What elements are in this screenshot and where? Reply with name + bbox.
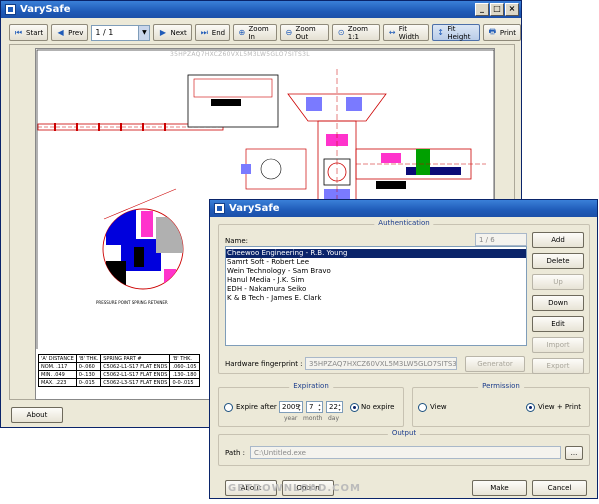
table-cell: 0-.060 [75,362,102,371]
table-header: 'A' DISTANCE [38,354,77,363]
year-spinner[interactable]: 2009 [279,401,303,413]
table-row: MAX. .223 0-.015 C5062-L3-S17 FLAT ENDS … [38,378,200,387]
dialog-title: VarySafe [229,203,280,214]
name-counter: 1 / 6 [475,233,527,246]
zoom-actual-icon: ⊙ [337,28,345,37]
expiration-legend: Expiration [289,382,333,390]
fit-height-icon: ↕ [437,28,444,37]
table-header-row: 'A' DISTANCE 'B' THK. SPRING PART # 'B' … [38,354,200,363]
last-page-icon: ⏭ [200,27,208,37]
main-title: VarySafe [20,4,71,15]
end-button[interactable]: ⏭ End [194,24,231,41]
month-spinner[interactable]: 7 [306,401,323,413]
start-button[interactable]: ⏮ Start [9,24,49,41]
list-item[interactable]: EDH - Nakamura Seiko [226,285,526,294]
next-button[interactable]: ▶ Next [153,24,192,41]
day-spinner[interactable]: 22 [326,401,343,413]
app-icon [5,4,16,15]
zoom-in-icon: ⊕ [238,28,246,37]
minimize-button[interactable]: _ [475,3,489,16]
path-label: Path : [225,449,245,457]
path-field[interactable]: C:\Untitled.exe [250,446,561,459]
svg-text:PRESSURE POINT SPRING RETAINER: PRESSURE POINT SPRING RETAINER [96,300,168,305]
zoom-out-icon: ⊖ [285,28,293,37]
table-cell: C5062-L1-S17 FLAT ENDS [100,370,171,379]
table-cell: 0-0-.015 [169,378,200,387]
expire-after-label: Expire after [236,403,277,411]
watermark: GETDOWNLOAD.COM [228,483,361,494]
browse-button[interactable]: ... [565,446,583,460]
make-button[interactable]: Make [472,480,527,496]
view-print-label: View + Print [538,403,582,411]
table-cell: 0-.130 [75,370,102,379]
up-button[interactable]: Up [532,274,584,290]
table-cell: MAX. .223 [38,378,77,387]
authentication-legend: Authentication [374,219,434,227]
fit-height-button[interactable]: ↕ Fit Height [431,24,480,41]
prev-button[interactable]: ◀ Prev [51,24,89,41]
permission-legend: Permission [478,382,524,390]
table-cell: MIN. .049 [38,370,77,379]
zoom-in-button[interactable]: ⊕ Zoom In [233,24,278,41]
view-label: View [430,403,447,411]
viewer-toolbar: ⏮ Start ◀ Prev 1 / 1 ▼ ▶ Next ⏭ End ⊕ Zoom In … [9,24,521,41]
spec-table: 'A' DISTANCE 'B' THK. SPRING PART # 'B' … [38,354,200,387]
table-header: SPRING PART # [100,354,171,363]
app-icon [214,203,225,214]
import-button[interactable]: Import [532,337,584,353]
main-titlebar[interactable]: VarySafe _ □ × [1,1,521,18]
table-cell: .130-.180 [169,370,200,379]
table-header: 'B' THK. [169,354,200,363]
first-page-icon: ⏮ [14,27,23,37]
close-button[interactable]: × [505,3,519,16]
list-item[interactable]: K & B Tech - James E. Clark [226,294,526,303]
hardware-fingerprint-label: Hardware fingerprint : [225,360,303,368]
prev-arrow-icon: ◀ [57,28,64,37]
table-cell: .060-.105 [169,362,200,371]
delete-button[interactable]: Delete [532,253,584,269]
expire-after-radio[interactable] [224,403,233,412]
table-cell: 0-.015 [75,378,102,387]
maximize-button[interactable]: □ [490,3,504,16]
list-item[interactable]: Samrt Soft - Robert Lee [226,258,526,267]
export-button[interactable]: Export [532,358,584,374]
page-selector[interactable]: 1 / 1 ▼ [91,24,151,41]
name-list[interactable]: Cheewoo Engineering - R.B. Young Samrt S… [225,246,527,346]
zoom-out-button[interactable]: ⊖ Zoom Out [280,24,330,41]
table-cell: NOM. .117 [38,362,77,371]
table-cell: C5062-L3-S17 FLAT ENDS [100,378,171,387]
print-button[interactable]: 🖶 Print [482,24,521,41]
fit-width-button[interactable]: ↔ Fit Width [383,24,429,41]
cancel-button[interactable]: Cancel [532,480,587,496]
output-legend: Output [387,429,421,437]
generator-button[interactable]: Generator [465,356,525,372]
name-label: Name: [225,237,249,245]
year-caption: year [284,415,298,422]
list-item[interactable]: Wein Technology - Sam Bravo [226,267,526,276]
view-print-radio[interactable] [526,403,535,412]
list-item[interactable]: Hanul Media - J.K. Sim [226,276,526,285]
table-row: NOM. .117 0-.060 C5062-L1-S17 FLAT ENDS … [38,362,200,371]
table-header: 'B' THK. [75,354,102,363]
about-button[interactable]: About [11,407,63,423]
down-button[interactable]: Down [532,295,584,311]
add-button[interactable]: Add [532,232,584,248]
no-expire-radio[interactable] [350,403,359,412]
next-arrow-icon: ▶ [159,28,167,37]
printer-icon: 🖶 [488,26,497,36]
view-radio[interactable] [418,403,427,412]
hardware-fingerprint-field: 35HPZAQ7HXCZ60VXL5M3LW5GLO7SITS3L [305,357,457,370]
zoom-1-1-button[interactable]: ⊙ Zoom 1:1 [332,24,381,41]
edit-button[interactable]: Edit [532,316,584,332]
fit-width-icon: ↔ [388,28,396,37]
day-caption: day [328,415,340,422]
table-row: MIN. .049 0-.130 C5062-L1-S17 FLAT ENDS … [38,370,200,379]
dialog-titlebar[interactable]: VarySafe [210,200,597,217]
list-item[interactable]: Cheewoo Engineering - R.B. Young [226,249,526,258]
no-expire-label: No expire [361,403,395,411]
table-cell: C5062-L1-S17 FLAT ENDS [100,362,171,371]
month-caption: month [303,415,323,422]
chevron-down-icon[interactable]: ▼ [138,25,150,40]
varysafe-dialog: VarySafe Authentication Name: 1 / 6 Add … [209,199,598,499]
